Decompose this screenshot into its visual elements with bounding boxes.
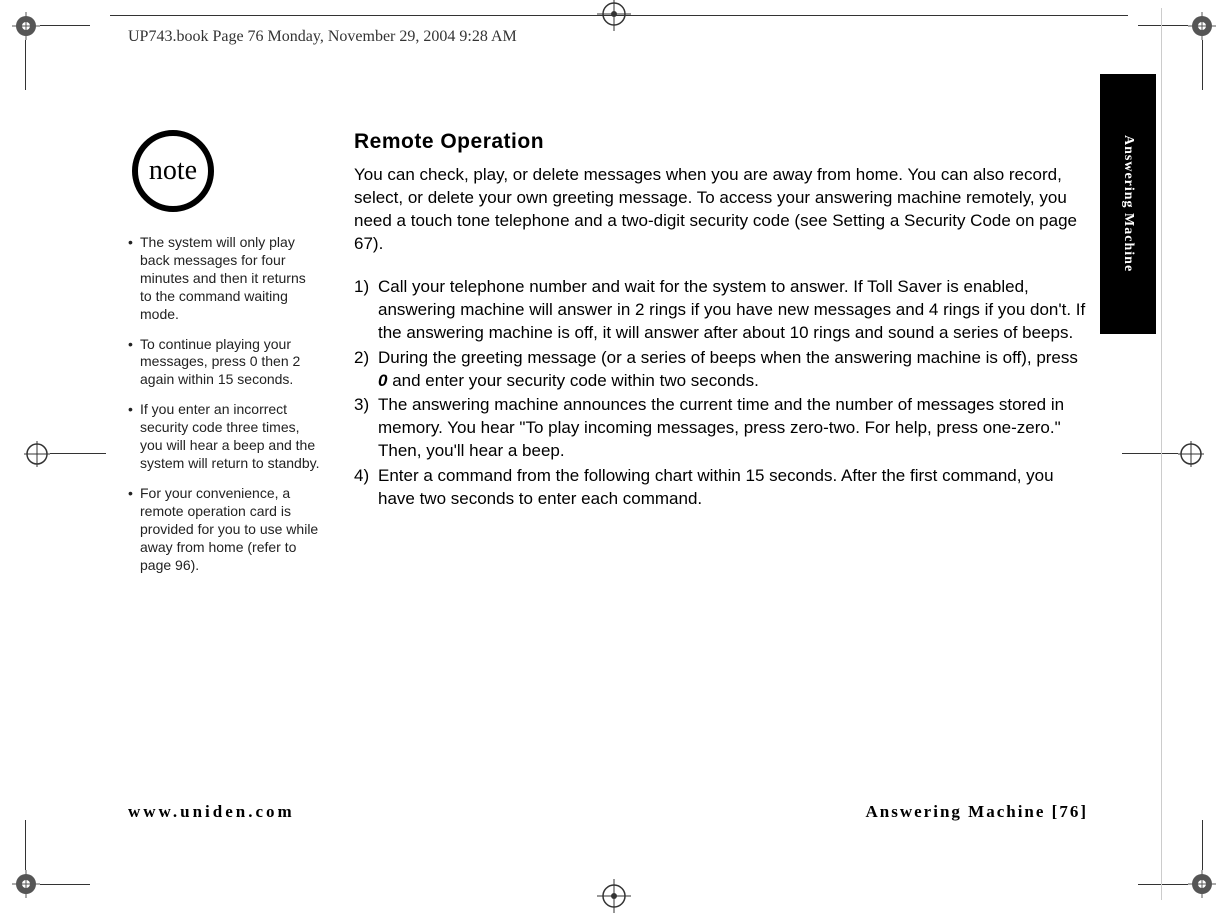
section-heading: Remote Operation [354,130,1088,154]
crop-line [50,453,106,454]
intro-paragraph: You can check, play, or delete messages … [354,164,1088,256]
trim-line [1161,8,1162,900]
note-list: The system will only play back messages … [128,234,320,574]
note-badge-icon: note [132,130,214,212]
page-footer: www.uniden.com Answering Machine [76] [128,802,1088,822]
crop-line [25,820,26,870]
footer-url: www.uniden.com [128,802,295,822]
register-ring-icon [1178,441,1204,467]
step-text: During the greeting message (or a series… [378,347,1088,393]
step-number: 1) [354,276,378,345]
footer-pager: Answering Machine [76] [866,802,1089,822]
note-item: If you enter an incorrect security code … [128,401,320,473]
crop-line [25,40,26,90]
crop-mark-icon [12,12,40,40]
step-item: 3) The answering machine announces the c… [354,394,1088,463]
crop-mark-icon [1188,870,1216,898]
note-item: To continue playing your messages, press… [128,336,320,390]
crop-line [1138,25,1188,26]
register-mid-icon [597,879,631,913]
step-text: The answering machine announces the curr… [378,394,1088,463]
step-text: Enter a command from the following chart… [378,465,1088,511]
page: UP743.book Page 76 Monday, November 29, … [0,0,1228,910]
step-list: 1) Call your telephone number and wait f… [354,276,1088,511]
header-rule [110,15,1128,16]
step-text-pre: During the greeting message (or a series… [378,348,1078,367]
running-header: UP743.book Page 76 Monday, November 29, … [128,28,517,46]
crop-mark-icon [1188,12,1216,40]
section-tab-label: Answering Machine [1120,135,1136,272]
step-text-post: and enter your security code within two … [387,371,758,390]
note-item: The system will only play back messages … [128,234,320,324]
main-column: Remote Operation You can check, play, or… [354,130,1088,511]
section-tab: Answering Machine [1100,74,1156,334]
note-column: note The system will only play back mess… [128,130,320,586]
step-item: 4) Enter a command from the following ch… [354,465,1088,511]
step-number: 4) [354,465,378,511]
step-item: 1) Call your telephone number and wait f… [354,276,1088,345]
footer-page-number: [76] [1052,802,1088,821]
crop-line [1202,820,1203,870]
note-item: For your convenience, a remote operation… [128,485,320,575]
register-ring-icon [24,441,50,467]
step-number: 3) [354,394,378,463]
footer-section: Answering Machine [866,802,1046,821]
step-number: 2) [354,347,378,393]
crop-line [40,25,90,26]
crop-mark-icon [12,870,40,898]
crop-line [1202,40,1203,90]
step-item: 2) During the greeting message (or a ser… [354,347,1088,393]
note-badge-label: note [149,155,197,187]
step-text: Call your telephone number and wait for … [378,276,1088,345]
content-area: note The system will only play back mess… [128,130,1088,586]
crop-line [1122,453,1178,454]
crop-line [40,884,90,885]
crop-line [1138,884,1188,885]
